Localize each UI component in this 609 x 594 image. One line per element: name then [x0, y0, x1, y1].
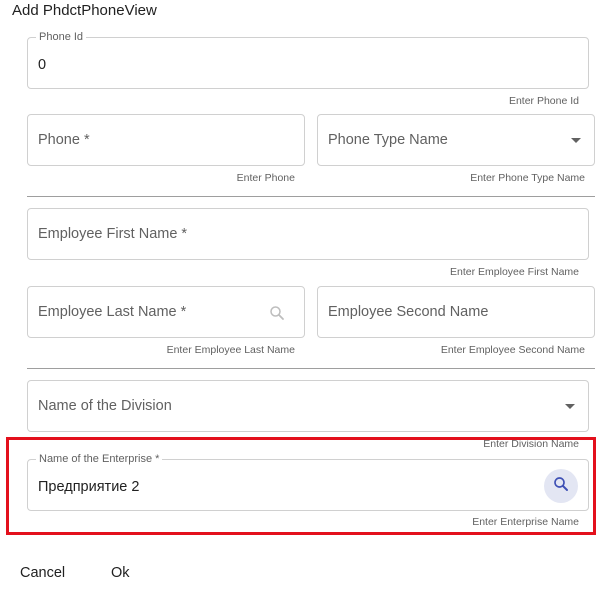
- search-icon[interactable]: [268, 304, 286, 327]
- employee-last-name-placeholder: Employee Last Name *: [38, 304, 187, 320]
- phone-type-hint: Enter Phone Type Name: [470, 172, 585, 184]
- phone-placeholder: Phone *: [38, 132, 90, 148]
- employee-second-name-placeholder: Employee Second Name: [328, 304, 489, 320]
- employee-last-name-hint: Enter Employee Last Name: [166, 344, 295, 356]
- employee-second-name-field[interactable]: Employee Second Name: [317, 286, 595, 338]
- dialog-title: Add PhdctPhoneView: [12, 2, 157, 19]
- enterprise-value: Предприятие 2: [38, 479, 140, 495]
- enterprise-search-button[interactable]: [544, 469, 578, 503]
- employee-second-name-hint: Enter Employee Second Name: [440, 344, 585, 356]
- phone-id-hint: Enter Phone Id: [508, 95, 579, 107]
- chevron-down-icon: [571, 138, 581, 143]
- employee-first-name-field[interactable]: Employee First Name *: [27, 208, 589, 260]
- division-select[interactable]: Name of the Division: [27, 380, 589, 432]
- phone-id-label: Phone Id: [36, 31, 87, 44]
- divider: [27, 196, 595, 197]
- employee-last-name-field[interactable]: Employee Last Name *: [27, 286, 305, 338]
- ok-button[interactable]: Ok: [111, 565, 130, 581]
- enterprise-field[interactable]: Name of the Enterprise * Предприятие 2: [27, 453, 589, 511]
- cancel-button[interactable]: Cancel: [20, 565, 65, 581]
- phone-id-field[interactable]: Phone Id 0: [27, 31, 589, 89]
- division-placeholder: Name of the Division: [38, 398, 172, 414]
- enterprise-hint: Enter Enterprise Name: [472, 516, 579, 528]
- phone-type-placeholder: Phone Type Name: [328, 132, 448, 148]
- employee-first-name-hint: Enter Employee First Name: [450, 266, 579, 278]
- enterprise-label: Name of the Enterprise *: [36, 453, 163, 466]
- phone-type-select[interactable]: Phone Type Name: [317, 114, 595, 166]
- search-icon: [552, 475, 570, 498]
- phone-hint: Enter Phone: [236, 172, 295, 184]
- phone-id-value: 0: [38, 57, 47, 73]
- phone-field[interactable]: Phone *: [27, 114, 305, 166]
- employee-first-name-placeholder: Employee First Name *: [38, 226, 188, 242]
- divider: [27, 368, 595, 369]
- chevron-down-icon: [565, 404, 575, 409]
